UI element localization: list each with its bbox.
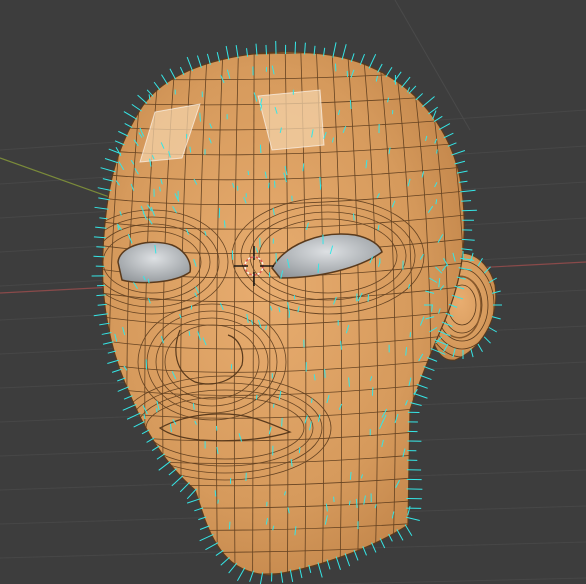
3d-viewport[interactable] [0,0,586,584]
left-eye-socket [117,241,192,284]
head-mesh[interactable] [73,40,503,584]
viewport-scene[interactable] [0,0,586,584]
